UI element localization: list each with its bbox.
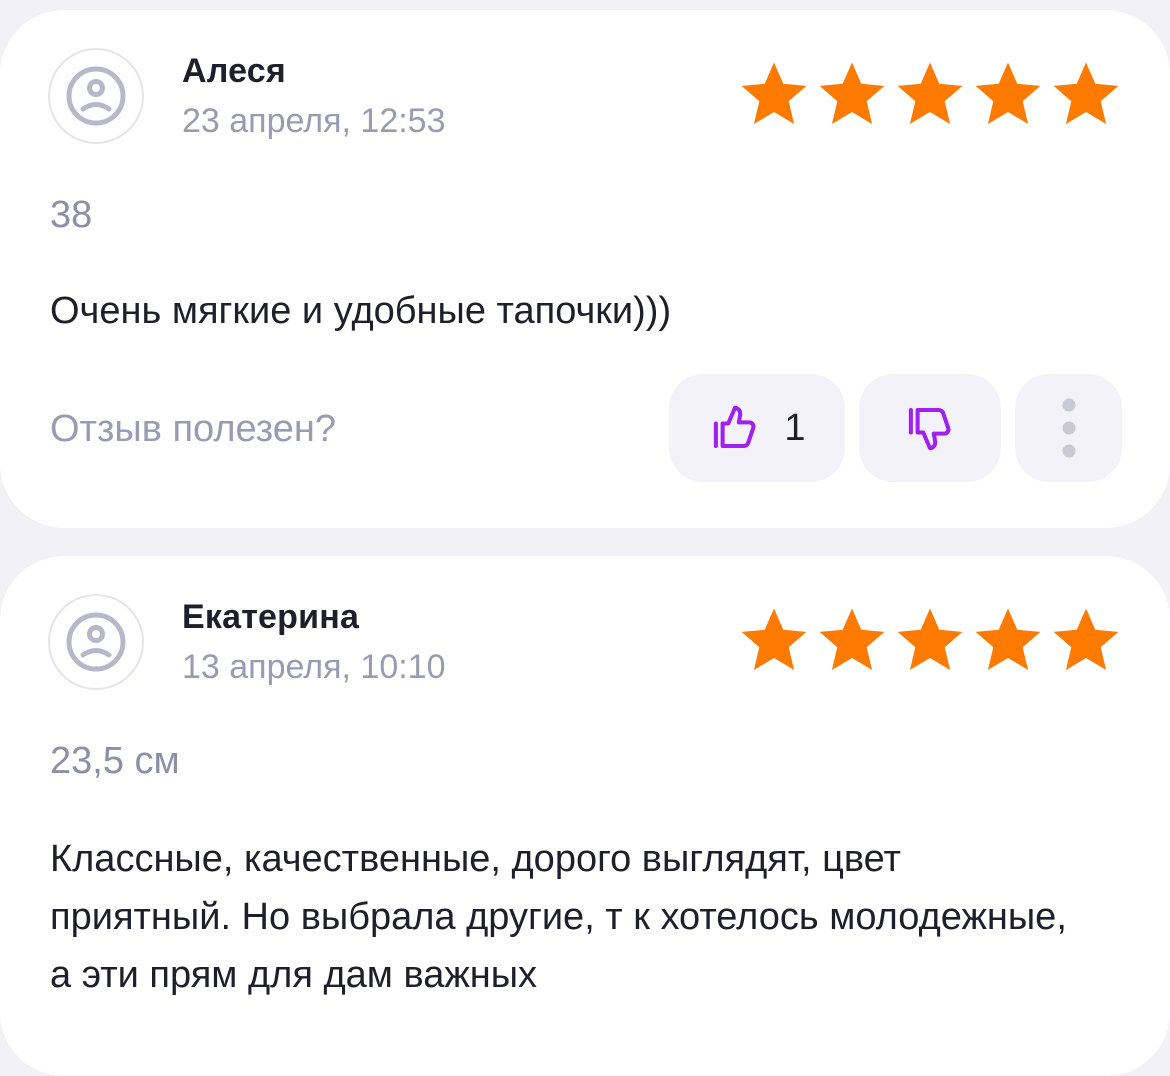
star-icon xyxy=(975,608,1041,670)
star-icon xyxy=(741,62,807,124)
more-options-button[interactable] xyxy=(1015,374,1122,482)
star-icon xyxy=(819,62,885,124)
star-icon xyxy=(1053,62,1119,124)
dislike-button[interactable] xyxy=(859,374,1001,482)
like-button[interactable]: 1 xyxy=(669,374,845,482)
thumbs-up-icon xyxy=(714,405,756,449)
review-card: Екатерина 13 апреля, 10:10 23,5 см Класс… xyxy=(0,556,1170,1076)
review-date: 23 апреля, 12:53 xyxy=(182,102,446,140)
avatar xyxy=(48,48,144,144)
like-count: 1 xyxy=(784,406,806,449)
thumbs-down-icon xyxy=(908,407,951,451)
user-placeholder-icon xyxy=(66,66,126,126)
review-size: 38 xyxy=(50,194,93,236)
review-date: 13 апреля, 10:10 xyxy=(182,648,446,686)
user-placeholder-icon xyxy=(66,612,126,672)
star-icon xyxy=(741,608,807,670)
more-vertical-icon xyxy=(1062,398,1075,458)
star-icon xyxy=(897,608,963,670)
rating-stars xyxy=(738,58,1122,130)
star-icon xyxy=(819,608,885,670)
star-icon xyxy=(897,62,963,124)
review-author[interactable]: Екатерина xyxy=(182,598,359,637)
review-card: Алеся 23 апреля, 12:53 38 Очень мягкие и… xyxy=(0,10,1170,528)
helpful-question: Отзыв полезен? xyxy=(50,408,337,450)
star-icon xyxy=(975,62,1041,124)
review-size: 23,5 см xyxy=(50,740,180,782)
review-text: Классные, качественные, дорого выглядят,… xyxy=(50,838,1067,996)
rating-stars xyxy=(738,604,1122,676)
review-author[interactable]: Алеся xyxy=(182,52,286,91)
star-icon xyxy=(1053,608,1119,670)
review-text: Очень мягкие и удобные тапочки))) xyxy=(50,290,672,332)
avatar xyxy=(48,594,144,690)
